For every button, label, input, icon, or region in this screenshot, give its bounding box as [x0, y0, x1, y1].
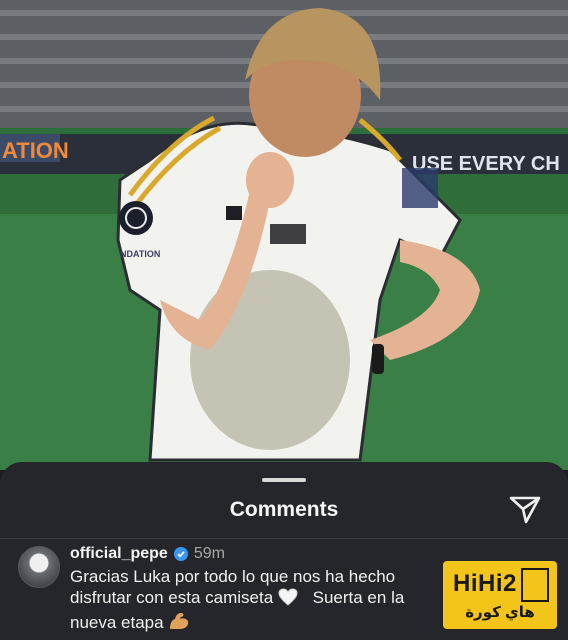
share-icon[interactable] — [508, 494, 542, 524]
flexed-biceps-icon — [168, 611, 190, 636]
verified-badge-icon — [173, 547, 188, 561]
sheet-title: Comments — [229, 498, 339, 521]
sheet-drag-handle[interactable] — [262, 478, 306, 482]
avatar[interactable] — [18, 546, 60, 588]
comment-text-segment-3: nueva etapa — [70, 613, 164, 632]
photo-illustration: ATION USE EVERY CH NDATION — [0, 0, 568, 470]
sleeve-badge-text: NDATION — [120, 249, 160, 259]
banner-left-text: ATION — [2, 138, 69, 163]
post-photo: ATION USE EVERY CH NDATION — [0, 0, 568, 470]
watermark-logo: HiHi2 هاي كورة — [443, 561, 557, 629]
comment-timestamp: 59m — [193, 545, 225, 562]
watermark-arabic-text: هاي كورة — [465, 604, 535, 621]
watermark-logo-text: HiHi2 — [453, 570, 517, 597]
comment-username[interactable]: official_pepe — [70, 545, 168, 563]
comment-text-segment: disfrutar con esta camiseta — [70, 588, 274, 607]
sheet-divider — [0, 538, 568, 539]
instagram-comments-screen: ATION USE EVERY CH NDATION Comments offi… — [0, 0, 568, 640]
watermark-frame — [521, 568, 549, 602]
white-heart-icon — [278, 588, 298, 611]
comment-text-segment-2: Suerta en la — [312, 588, 405, 607]
